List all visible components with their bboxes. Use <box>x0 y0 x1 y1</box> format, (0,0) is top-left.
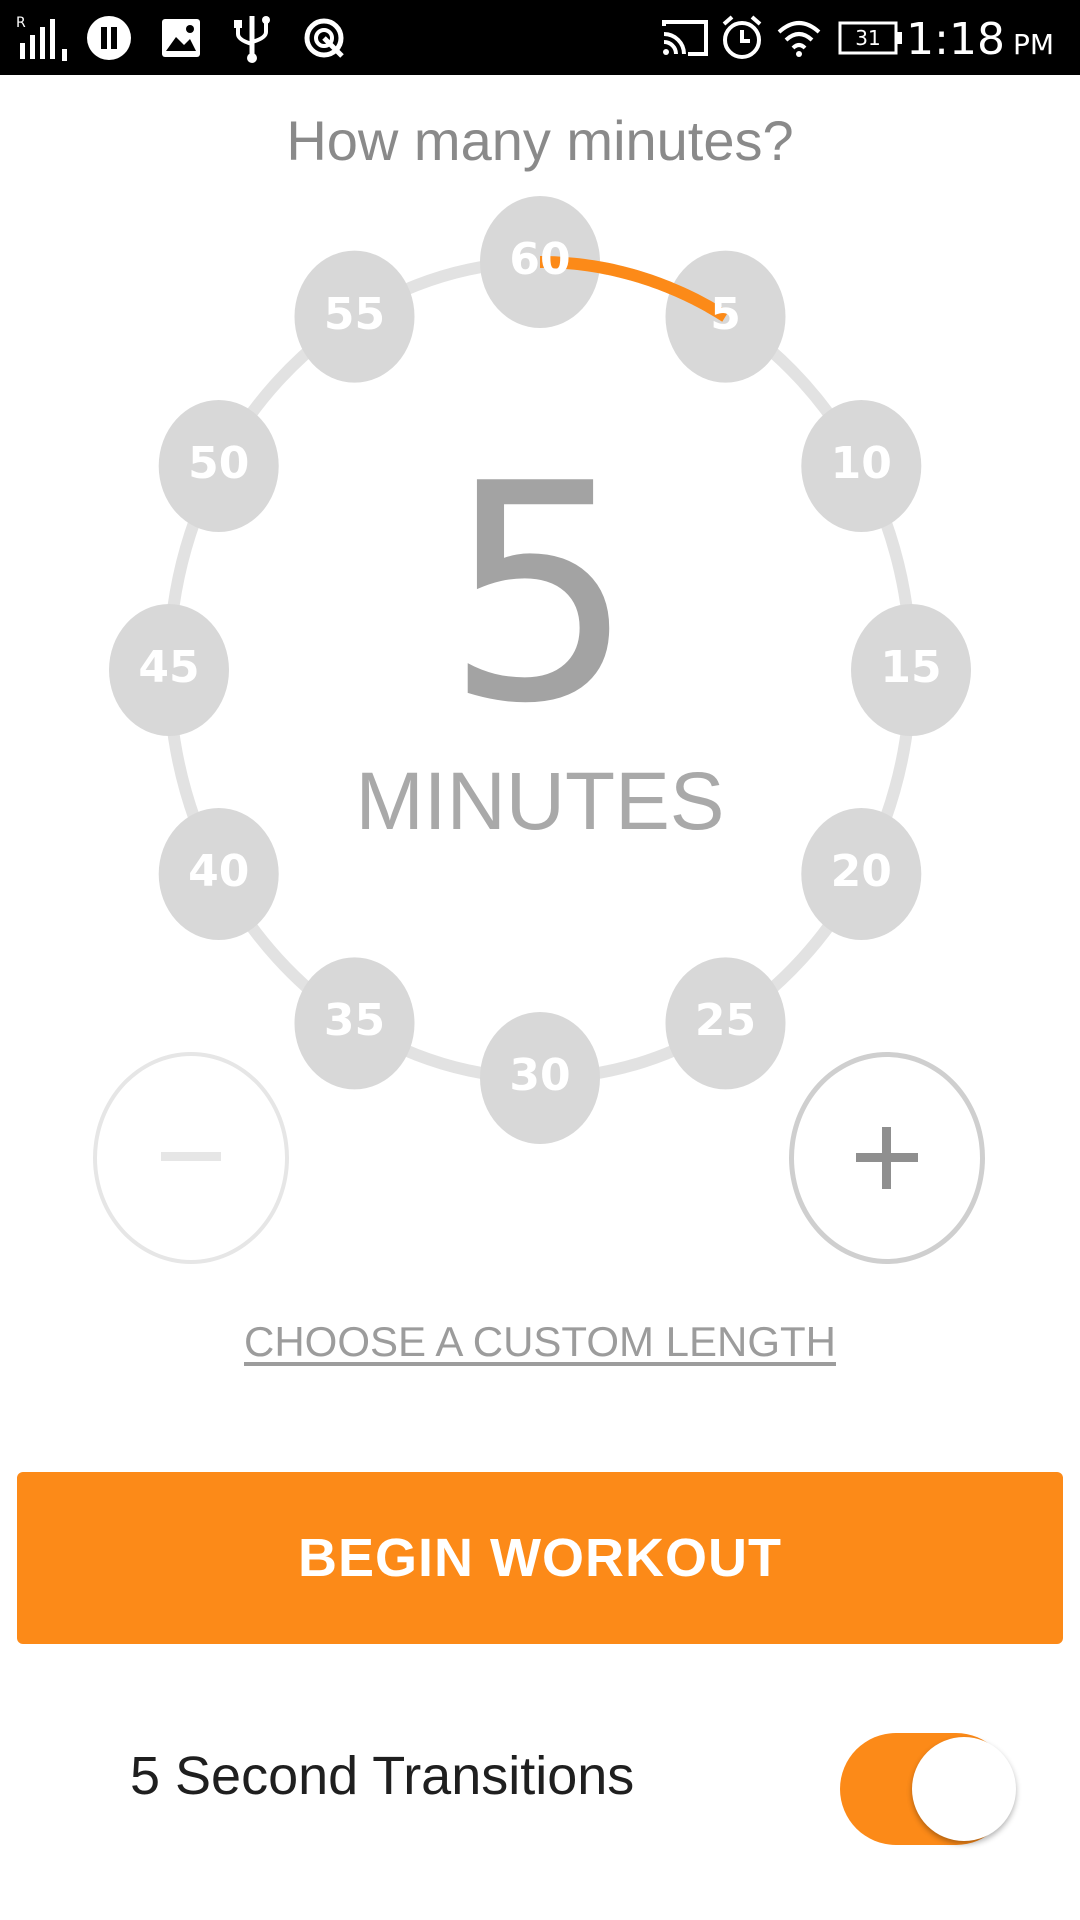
page-heading: How many minutes? <box>286 109 794 172</box>
begin-workout-button[interactable]: BEGIN WORKOUT <box>17 1472 1063 1644</box>
usb-icon <box>232 0 272 75</box>
roaming-signal-icon: R <box>16 0 76 75</box>
selected-minutes-value: 5 <box>444 420 636 769</box>
toggle-knob <box>912 1737 1016 1841</box>
clock-ampm: PM <box>1012 28 1054 61</box>
minus-icon <box>161 1152 221 1161</box>
choose-custom-length-link[interactable]: CHOOSE A CUSTOM LENGTH <box>0 1318 1080 1366</box>
plus-icon <box>856 1127 918 1189</box>
minute-dial[interactable]: 60 5 10 15 20 25 30 35 40 45 50 55 5 MINUTES <box>0 170 1080 1170</box>
transitions-toggle[interactable] <box>840 1733 1016 1845</box>
clock-time: 1:18 <box>906 14 1005 65</box>
transitions-label: 5 Second Transitions <box>130 1746 635 1806</box>
minutes-unit-label: MINUTES <box>355 756 725 847</box>
decrease-minutes-button[interactable] <box>93 1052 289 1264</box>
battery-level-text: 31 <box>855 26 880 50</box>
increase-minutes-button[interactable] <box>789 1052 985 1264</box>
sync-icon <box>302 0 346 75</box>
status-bar: R 31 1:18 PM <box>0 0 1080 75</box>
minute-option-label-55[interactable]: 55 <box>0 289 895 340</box>
minute-option-label-35[interactable]: 35 <box>0 995 895 1046</box>
pause-icon <box>86 0 132 75</box>
battery-icon: 31 <box>838 0 904 75</box>
image-icon <box>160 0 202 75</box>
alarm-icon <box>720 0 764 75</box>
clock: 1:18 PM <box>906 0 1054 75</box>
minute-option-label-60[interactable]: 60 <box>0 234 1080 285</box>
wifi-icon <box>776 0 822 75</box>
svg-text:R: R <box>16 15 26 31</box>
minute-option-label-40[interactable]: 40 <box>0 846 759 897</box>
cast-icon <box>660 0 710 75</box>
